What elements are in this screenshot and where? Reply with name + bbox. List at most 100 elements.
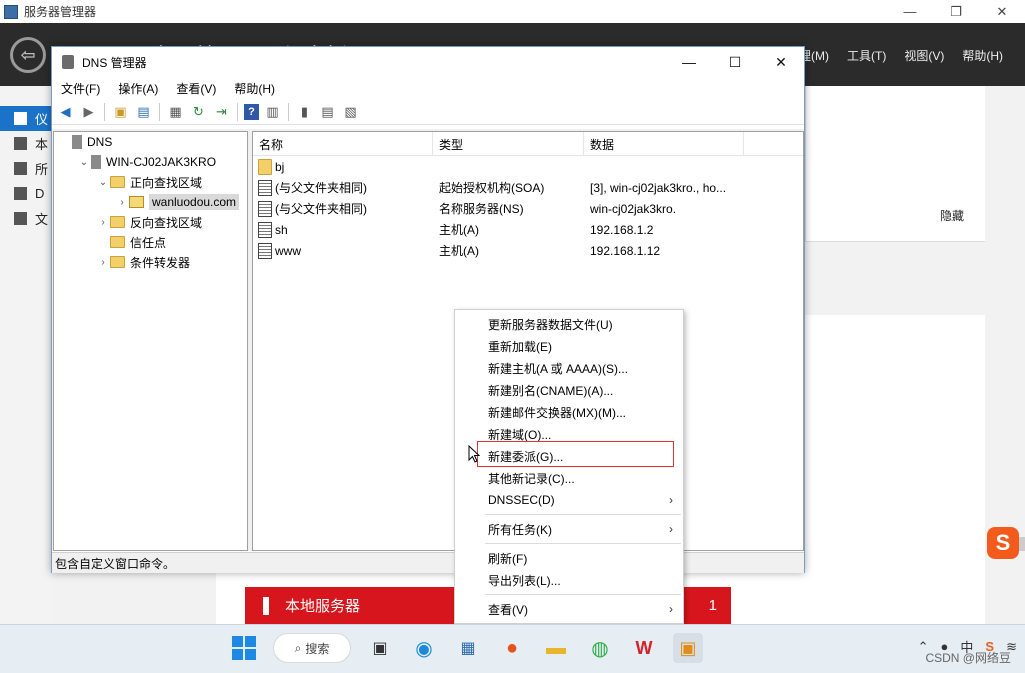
server-icon[interactable]: ▮ xyxy=(295,102,314,121)
server-icon xyxy=(91,155,101,169)
record-type: 主机(A) xyxy=(439,244,479,258)
records-icon[interactable]: ▧ xyxy=(341,102,360,121)
record-list-icon[interactable]: ▤ xyxy=(318,102,337,121)
task-view-icon[interactable]: ▣ xyxy=(365,633,395,663)
back-arrow-icon[interactable]: ⇦ xyxy=(10,37,46,73)
context-menu-item[interactable]: 导出列表(L)... xyxy=(455,569,683,591)
table-row[interactable]: (与父文件夹相同) 起始授权机构(SOA) [3], win-cj02jak3kro… xyxy=(253,177,803,198)
context-menu-item[interactable]: 新建邮件交换器(MX)(M)... xyxy=(455,401,683,423)
menu-help[interactable]: 帮助(H) xyxy=(960,47,1005,64)
taskbar-search[interactable]: ⌕ 搜索 xyxy=(273,633,351,663)
back-icon[interactable]: ◀ xyxy=(56,102,75,121)
folder-icon xyxy=(110,216,125,228)
vmware-icon[interactable]: ▣ xyxy=(673,633,703,663)
context-menu-item[interactable]: 刷新(F) xyxy=(455,547,683,569)
nav-item-dashboard[interactable]: 仪 xyxy=(0,106,52,131)
tree-item-label: DNS xyxy=(87,135,113,149)
file-services-icon xyxy=(14,212,27,225)
tree-item[interactable]: ⌄ WIN-CJ02JAK3KRO xyxy=(54,152,247,172)
record-type: 主机(A) xyxy=(439,223,479,237)
context-menu-item[interactable]: 重新加载(E) xyxy=(455,335,683,357)
tree-item[interactable]: 信任点 xyxy=(54,232,247,252)
context-menu-item[interactable]: 其他新记录(C)... xyxy=(455,467,683,489)
menu-help[interactable]: 帮助(H) xyxy=(234,80,275,97)
chevron-right-icon[interactable]: › xyxy=(96,257,110,268)
chevron-right-icon[interactable]: › xyxy=(96,217,110,228)
sogou-ime-icon[interactable]: S xyxy=(987,527,1019,559)
properties-icon[interactable]: ▦ xyxy=(166,102,185,121)
column-name[interactable]: 名称 xyxy=(253,132,433,156)
context-menu-item-label: DNSSEC(D) xyxy=(488,493,555,507)
column-data[interactable]: 数据 xyxy=(584,132,744,156)
table-row[interactable]: sh 主机(A) 192.168.1.2 xyxy=(253,219,803,240)
context-menu-item[interactable]: 新建别名(CNAME)(A)... xyxy=(455,379,683,401)
wps-icon[interactable]: W xyxy=(629,633,659,663)
record-type: 名称服务器(NS) xyxy=(439,202,524,216)
server-icon xyxy=(14,137,27,150)
refresh-icon[interactable]: ↻ xyxy=(189,102,208,121)
context-menu-item[interactable]: DNSSEC(D) › xyxy=(455,489,683,511)
file-explorer-icon[interactable]: ▬ xyxy=(541,633,571,663)
table-row[interactable]: (与父文件夹相同) 名称服务器(NS) win-cj02jak3kro. xyxy=(253,198,803,219)
close-button[interactable]: ✕ xyxy=(758,47,804,77)
dns-menubar: 文件(F) 操作(A) 查看(V) 帮助(H) xyxy=(52,77,804,99)
nav-item-local-server[interactable]: 本 xyxy=(0,131,52,156)
context-menu-item[interactable]: 新建主机(A 或 AAAA)(S)... xyxy=(455,357,683,379)
context-menu-item[interactable]: 查看(V) › xyxy=(455,598,683,620)
tree-item[interactable]: › 反向查找区域 xyxy=(54,212,247,232)
menu-file[interactable]: 文件(F) xyxy=(61,80,100,97)
toolbar-separator xyxy=(159,102,160,121)
nav-item-file-services[interactable]: 文 xyxy=(0,206,52,231)
nav-item-all-servers[interactable]: 所 xyxy=(0,156,52,181)
chevron-down-icon[interactable]: ⌄ xyxy=(96,177,110,188)
folder-icon xyxy=(110,176,125,188)
tree-item[interactable]: › 条件转发器 xyxy=(54,252,247,272)
server-manager-nav: 仪 本 所 D 文 xyxy=(0,86,52,624)
menu-view[interactable]: 视图(V) xyxy=(902,47,946,64)
table-row[interactable]: bj xyxy=(253,156,803,177)
nav-item-label: 本 xyxy=(35,137,49,152)
firefox-icon[interactable]: ● xyxy=(497,633,527,663)
nav-item-dns[interactable]: D xyxy=(0,181,52,206)
sogou-side-tab[interactable] xyxy=(1019,537,1025,551)
wechat-icon[interactable]: ◍ xyxy=(585,633,615,663)
export-list-icon[interactable]: ⇥ xyxy=(212,102,231,121)
chevron-down-icon[interactable]: ⌄ xyxy=(77,157,91,168)
list-header: 名称 类型 数据 xyxy=(253,132,803,156)
local-server-count: 1 xyxy=(708,597,717,614)
minimize-button[interactable]: — xyxy=(887,0,933,23)
tree-item[interactable]: ⌄ 正向查找区域 xyxy=(54,172,247,192)
forward-icon[interactable]: ▶ xyxy=(79,102,98,121)
menu-view[interactable]: 查看(V) xyxy=(176,80,216,97)
status-bar: 包含自定义窗口命令。 xyxy=(52,552,804,573)
show-hide-tree-icon[interactable]: ▤ xyxy=(134,102,153,121)
chevron-right-icon: › xyxy=(669,602,673,616)
tree-item[interactable]: › wanluodou.com xyxy=(54,192,247,212)
chevron-right-icon[interactable]: › xyxy=(115,197,129,208)
record-name-cell: sh xyxy=(253,221,433,238)
restore-button[interactable]: ❐ xyxy=(933,0,979,23)
context-menu-item[interactable]: 所有任务(K) › xyxy=(455,518,683,540)
record-name: sh xyxy=(275,222,288,237)
context-menu-item[interactable]: 更新服务器数据文件(U) xyxy=(455,313,683,335)
maximize-button[interactable]: ☐ xyxy=(712,47,758,77)
edge-icon[interactable]: ◉ xyxy=(409,633,439,663)
minimize-button[interactable]: — xyxy=(666,47,712,77)
menu-tools[interactable]: 工具(T) xyxy=(845,47,888,64)
record-name-cell: (与父文件夹相同) xyxy=(253,179,433,196)
menu-action[interactable]: 操作(A) xyxy=(118,80,158,97)
start-button[interactable] xyxy=(229,633,259,663)
context-menu-item-label: 更新服务器数据文件(U) xyxy=(488,317,613,332)
toolbar-separator xyxy=(104,102,105,121)
zone-icon xyxy=(129,196,144,208)
help-icon[interactable]: ? xyxy=(244,103,259,120)
action-pane-icon[interactable]: ▥ xyxy=(263,102,282,121)
table-row[interactable]: www 主机(A) 192.168.1.12 xyxy=(253,240,803,261)
tree-item[interactable]: DNS xyxy=(54,132,247,152)
dashboard-icon xyxy=(14,112,27,125)
store-icon[interactable]: ▦ xyxy=(453,633,483,663)
close-button[interactable]: ✕ xyxy=(979,0,1025,23)
column-type[interactable]: 类型 xyxy=(433,132,584,156)
up-folder-icon[interactable]: ▣ xyxy=(111,102,130,121)
hide-link[interactable]: 隐藏 xyxy=(940,207,964,224)
